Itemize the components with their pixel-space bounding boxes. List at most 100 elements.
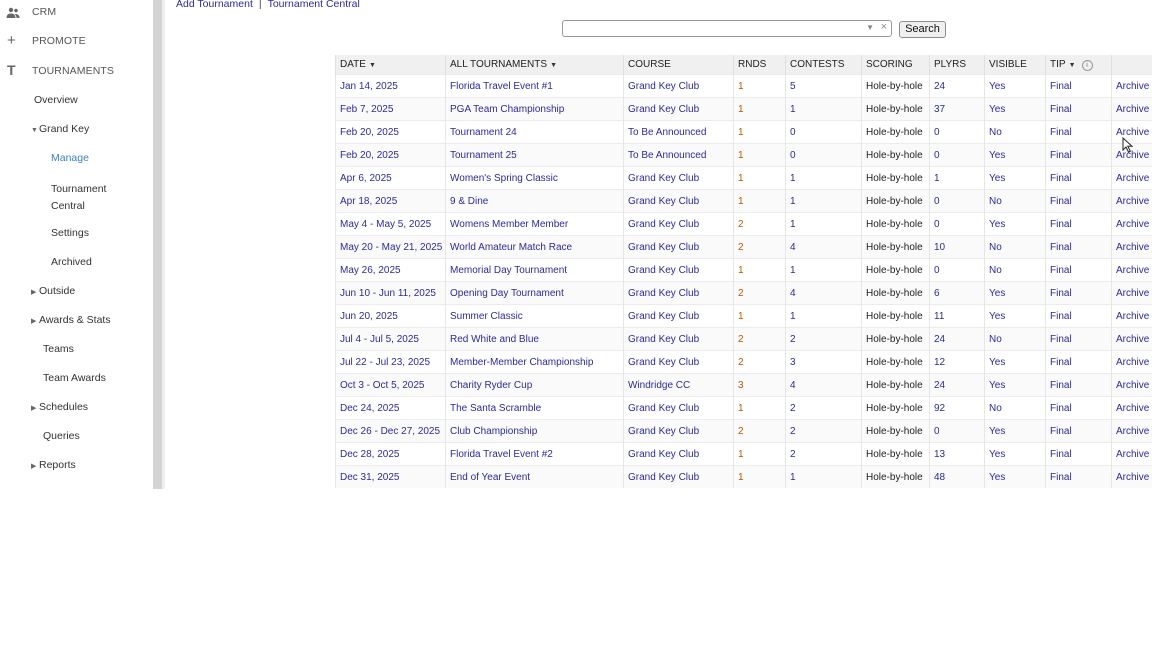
cell-plyrs[interactable]: 24 bbox=[929, 373, 985, 397]
cell-contests[interactable]: 2 bbox=[785, 396, 862, 420]
cell-visible[interactable]: Yes bbox=[984, 143, 1046, 167]
header-date[interactable]: DATE ▼ bbox=[335, 55, 446, 75]
cell-tip[interactable]: Final bbox=[1045, 235, 1112, 259]
cell-plyrs[interactable]: 6 bbox=[929, 281, 985, 305]
cell-tip[interactable]: Final bbox=[1045, 327, 1112, 351]
cell-tournament-name[interactable]: Club Championship bbox=[445, 419, 624, 443]
header-rnds[interactable]: RNDS bbox=[733, 55, 786, 75]
cell-plyrs[interactable]: 11 bbox=[929, 304, 985, 328]
cell-tip[interactable]: Final bbox=[1045, 281, 1112, 305]
header-tip[interactable]: TIP ▼ i bbox=[1045, 55, 1112, 75]
cell-tournament-name[interactable]: Florida Travel Event #1 bbox=[445, 74, 624, 98]
cell-contests[interactable]: 3 bbox=[785, 350, 862, 374]
clear-icon[interactable]: × bbox=[881, 21, 887, 33]
cell-course[interactable]: Grand Key Club bbox=[623, 97, 734, 121]
cell-contests[interactable]: 1 bbox=[785, 189, 862, 213]
cell-date[interactable]: Dec 26 - Dec 27, 2025 bbox=[335, 419, 446, 443]
cell-plyrs[interactable]: 92 bbox=[929, 396, 985, 420]
cell-contests[interactable]: 1 bbox=[785, 465, 862, 488]
cell-tournament-name[interactable]: Tournament 24 bbox=[445, 120, 624, 144]
cell-visible[interactable]: Yes bbox=[984, 74, 1046, 98]
header-contests[interactable]: CONTESTS bbox=[785, 55, 862, 75]
search-input[interactable]: ▼ × bbox=[562, 20, 892, 37]
header-scoring[interactable]: SCORING bbox=[861, 55, 930, 75]
cell-visible[interactable]: Yes bbox=[984, 304, 1046, 328]
cell-plyrs[interactable]: 0 bbox=[929, 189, 985, 213]
cell-date[interactable]: Dec 28, 2025 bbox=[335, 442, 446, 466]
cell-tournament-name[interactable]: Tournament 25 bbox=[445, 143, 624, 167]
cell-plyrs[interactable]: 24 bbox=[929, 327, 985, 351]
cell-plyrs[interactable]: 0 bbox=[929, 212, 985, 236]
sidebar-item-outside[interactable]: ▶ Outside bbox=[31, 285, 75, 297]
sidebar-item-queries[interactable]: Queries bbox=[43, 430, 80, 442]
cell-course[interactable]: Grand Key Club bbox=[623, 327, 734, 351]
cell-date[interactable]: Jun 20, 2025 bbox=[335, 304, 446, 328]
archive-link[interactable]: Archive bbox=[1111, 189, 1152, 213]
cell-course[interactable]: Grand Key Club bbox=[623, 74, 734, 98]
archive-link[interactable]: Archive bbox=[1111, 373, 1152, 397]
cell-date[interactable]: May 20 - May 21, 2025 bbox=[335, 235, 446, 259]
cell-tournament-name[interactable]: Opening Day Tournament bbox=[445, 281, 624, 305]
cell-tournament-name[interactable]: 9 & Dine bbox=[445, 189, 624, 213]
cell-tournament-name[interactable]: Florida Travel Event #2 bbox=[445, 442, 624, 466]
cell-course[interactable]: Grand Key Club bbox=[623, 442, 734, 466]
cell-visible[interactable]: No bbox=[984, 189, 1046, 213]
cell-date[interactable]: Dec 31, 2025 bbox=[335, 465, 446, 488]
cell-date[interactable]: Jun 10 - Jun 11, 2025 bbox=[335, 281, 446, 305]
cell-date[interactable]: Oct 3 - Oct 5, 2025 bbox=[335, 373, 446, 397]
cell-plyrs[interactable]: 12 bbox=[929, 350, 985, 374]
cell-course[interactable]: Grand Key Club bbox=[623, 465, 734, 488]
cell-contests[interactable]: 2 bbox=[785, 419, 862, 443]
sidebar-item-manage[interactable]: Manage bbox=[51, 152, 89, 164]
sidebar-item-grand-key[interactable]: ▼Grand Key bbox=[31, 123, 89, 135]
archive-link[interactable]: Archive bbox=[1111, 350, 1152, 374]
cell-visible[interactable]: Yes bbox=[984, 373, 1046, 397]
cell-tip[interactable]: Final bbox=[1045, 120, 1112, 144]
cell-contests[interactable]: 4 bbox=[785, 373, 862, 397]
header-plyrs[interactable]: PLYRS bbox=[929, 55, 985, 75]
cell-tournament-name[interactable]: Red White and Blue bbox=[445, 327, 624, 351]
dropdown-arrow-icon[interactable]: ▼ bbox=[866, 23, 874, 32]
cell-contests[interactable]: 1 bbox=[785, 304, 862, 328]
cell-course[interactable]: Grand Key Club bbox=[623, 350, 734, 374]
archive-link[interactable]: Archive bbox=[1111, 419, 1152, 443]
cell-visible[interactable]: Yes bbox=[984, 350, 1046, 374]
cell-visible[interactable]: Yes bbox=[984, 465, 1046, 488]
cell-contests[interactable]: 0 bbox=[785, 120, 862, 144]
sidebar-item-archived[interactable]: Archived bbox=[51, 256, 92, 268]
cell-contests[interactable]: 1 bbox=[785, 166, 862, 190]
cell-visible[interactable]: Yes bbox=[984, 281, 1046, 305]
search-button[interactable]: Search bbox=[899, 21, 946, 38]
cell-contests[interactable]: 4 bbox=[785, 281, 862, 305]
cell-tournament-name[interactable]: Summer Classic bbox=[445, 304, 624, 328]
archive-link[interactable]: Archive bbox=[1111, 465, 1152, 488]
archive-link[interactable]: Archive bbox=[1111, 74, 1152, 98]
cell-course[interactable]: Grand Key Club bbox=[623, 235, 734, 259]
cell-plyrs[interactable]: 0 bbox=[929, 143, 985, 167]
cell-tip[interactable]: Final bbox=[1045, 166, 1112, 190]
cell-plyrs[interactable]: 24 bbox=[929, 74, 985, 98]
cell-tip[interactable]: Final bbox=[1045, 396, 1112, 420]
cell-tip[interactable]: Final bbox=[1045, 304, 1112, 328]
archive-link[interactable]: Archive bbox=[1111, 442, 1152, 466]
cell-tournament-name[interactable]: Memorial Day Tournament bbox=[445, 258, 624, 282]
cell-tip[interactable]: Final bbox=[1045, 350, 1112, 374]
cell-tip[interactable]: Final bbox=[1045, 143, 1112, 167]
cell-plyrs[interactable]: 0 bbox=[929, 120, 985, 144]
cell-visible[interactable]: Yes bbox=[984, 419, 1046, 443]
cell-visible[interactable]: Yes bbox=[984, 212, 1046, 236]
archive-link[interactable]: Archive bbox=[1111, 258, 1152, 282]
archive-link[interactable]: Archive bbox=[1111, 327, 1152, 351]
cell-course[interactable]: Grand Key Club bbox=[623, 304, 734, 328]
cell-tip[interactable]: Final bbox=[1045, 189, 1112, 213]
archive-link[interactable]: Archive bbox=[1111, 212, 1152, 236]
cell-plyrs[interactable]: 37 bbox=[929, 97, 985, 121]
cell-contests[interactable]: 1 bbox=[785, 258, 862, 282]
header-tournaments[interactable]: ALL TOURNAMENTS ▼ bbox=[445, 55, 624, 75]
cell-visible[interactable]: No bbox=[984, 327, 1046, 351]
cell-course[interactable]: Grand Key Club bbox=[623, 212, 734, 236]
cell-tournament-name[interactable]: The Santa Scramble bbox=[445, 396, 624, 420]
sidebar-item-reports[interactable]: ▶ Reports bbox=[31, 459, 76, 471]
cell-course[interactable]: Grand Key Club bbox=[623, 419, 734, 443]
cell-course[interactable]: Windridge CC bbox=[623, 373, 734, 397]
